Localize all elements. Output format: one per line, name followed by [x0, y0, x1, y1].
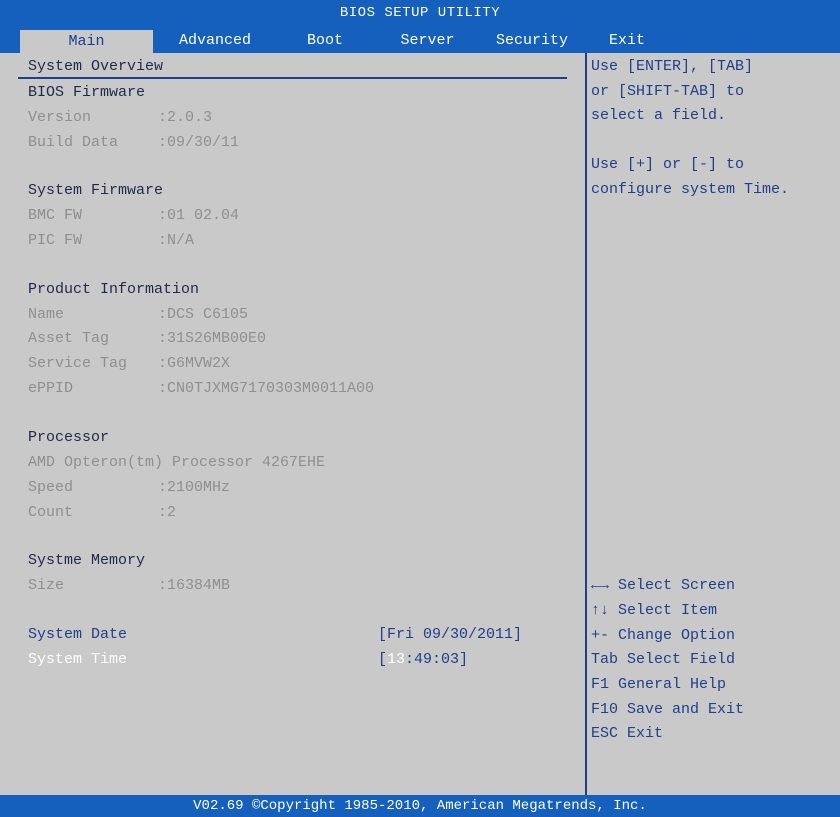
key-esc-exit: ESC Exit: [591, 725, 664, 742]
tab-exit[interactable]: Exit: [592, 28, 662, 53]
eppid-value: :CN0TJXMG7170303M0011A00: [158, 380, 375, 397]
key-select-item: ↑↓ Select Item: [591, 602, 718, 619]
tab-main[interactable]: Main: [20, 30, 153, 53]
menu-bar: Main Advanced Boot Server Security Exit: [0, 26, 840, 53]
product-information-heading: Product Information: [28, 281, 200, 298]
eppid-label: ePPID: [28, 380, 74, 397]
main-panel: System Overview BIOS Firmware Version :2…: [18, 53, 585, 795]
system-overview-heading: System Overview: [28, 58, 164, 75]
system-time-field[interactable]: [13:49:03]: [378, 651, 468, 668]
time-hour-field[interactable]: 13: [387, 651, 405, 668]
product-name-label: Name: [28, 306, 65, 323]
build-date-label: Build Data: [28, 134, 119, 151]
system-date-label[interactable]: System Date: [28, 626, 127, 643]
help-line: Use [ENTER], [TAB]: [591, 58, 754, 75]
memory-size-value: :16384MB: [158, 577, 231, 594]
key-general-help: F1 General Help: [591, 676, 727, 693]
asset-tag-value: :31S26MB00E0: [158, 330, 267, 347]
build-date-value: :09/30/11: [158, 134, 240, 151]
tab-security[interactable]: Security: [482, 28, 582, 53]
service-tag-label: Service Tag: [28, 355, 128, 372]
time-bracket-open: [: [378, 651, 388, 668]
system-time-label[interactable]: System Time: [28, 651, 127, 668]
asset-tag-label: Asset Tag: [28, 330, 110, 347]
bios-version-label: Version: [28, 109, 92, 126]
tab-boot[interactable]: Boot: [290, 28, 360, 53]
bios-version-value: :2.0.3: [158, 109, 213, 126]
copyright-footer: V02.69 ©Copyright 1985-2010, American Me…: [0, 795, 840, 817]
time-minutes-seconds[interactable]: :49:03]: [405, 651, 468, 668]
bmc-fw-value: :01 02.04: [158, 207, 240, 224]
processor-count-label: Count: [28, 504, 74, 521]
help-panel: Use [ENTER], [TAB] or [SHIFT-TAB] to sel…: [587, 53, 840, 795]
pic-fw-label: PIC FW: [28, 232, 83, 249]
system-memory-heading: Systme Memory: [28, 552, 146, 569]
processor-speed-label: Speed: [28, 479, 74, 496]
key-change-option: +- Change Option: [591, 627, 736, 644]
processor-count-value: :2: [158, 504, 177, 521]
tab-advanced[interactable]: Advanced: [160, 28, 270, 53]
processor-heading: Processor: [28, 429, 110, 446]
key-select-field: Tab Select Field: [591, 651, 736, 668]
processor-speed-value: :2100MHz: [158, 479, 231, 496]
tab-server[interactable]: Server: [385, 28, 470, 53]
pic-fw-value: :N/A: [158, 232, 195, 249]
system-firmware-heading: System Firmware: [28, 182, 164, 199]
help-line: or [SHIFT-TAB] to: [591, 83, 745, 100]
service-tag-value: :G6MVW2X: [158, 355, 231, 372]
memory-size-label: Size: [28, 577, 65, 594]
bios-title: BIOS SETUP UTILITY: [0, 0, 840, 26]
key-save-exit: F10 Save and Exit: [591, 701, 745, 718]
key-select-screen: ←→ Select Screen: [591, 577, 736, 594]
overview-divider: [18, 77, 567, 79]
bios-firmware-heading: BIOS Firmware: [28, 84, 146, 101]
system-date-field[interactable]: [Fri 09/30/2011]: [378, 626, 522, 643]
processor-name: AMD Opteron(tm) Processor 4267EHE: [28, 454, 326, 471]
help-line: select a field.: [591, 107, 727, 124]
product-name-value: :DCS C6105: [158, 306, 249, 323]
help-line: Use [+] or [-] to: [591, 156, 745, 173]
help-line: configure system Time.: [591, 181, 790, 198]
bmc-fw-label: BMC FW: [28, 207, 83, 224]
